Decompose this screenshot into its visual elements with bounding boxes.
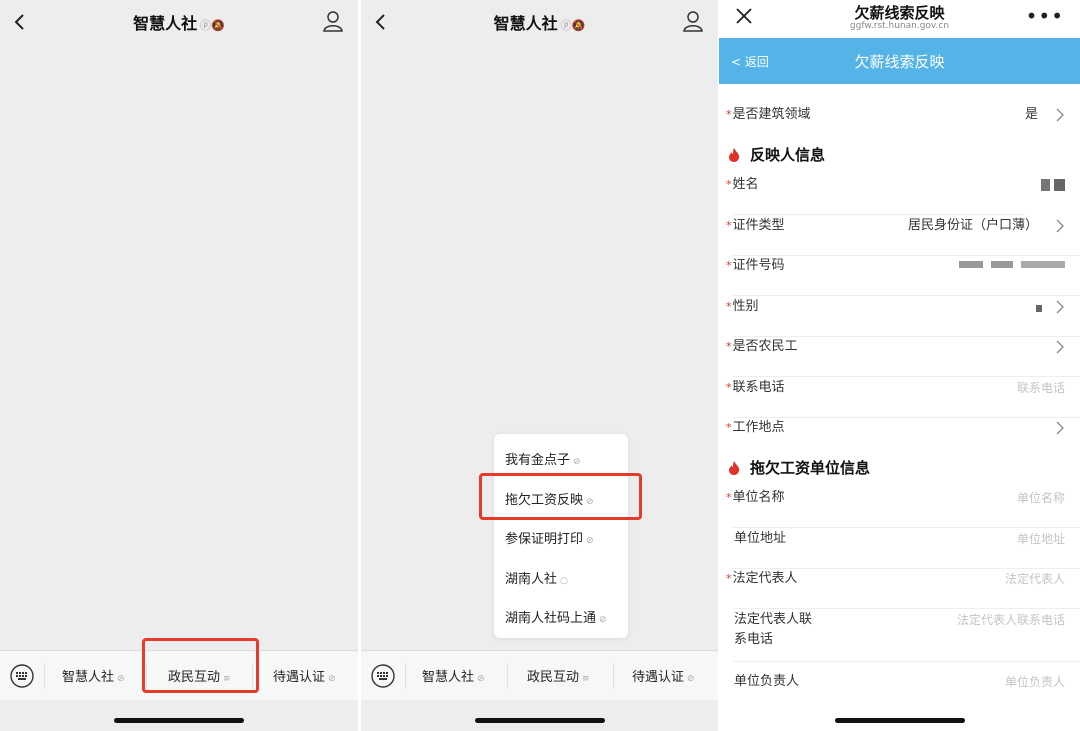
chevron-right-icon: [1056, 219, 1064, 233]
submenu-icon: ≡: [582, 674, 590, 684]
submenu-item-hunan-renshe[interactable]: 湖南人社 ○: [505, 568, 568, 587]
required-mark: *: [726, 300, 732, 313]
link-icon: ⊘: [599, 615, 607, 625]
link-icon: ⊘: [586, 536, 594, 546]
keyboard-icon[interactable]: [10, 664, 34, 688]
home-indicator: [114, 718, 244, 723]
field-company-address[interactable]: 单位地址 单位地址: [719, 529, 1080, 569]
redacted-value: [959, 261, 983, 268]
required-mark: *: [726, 340, 732, 353]
required-mark: *: [726, 259, 732, 272]
home-indicator: [474, 718, 605, 723]
field-value: 居民身份证（户口薄）: [907, 218, 1038, 233]
redacted-value: [1036, 305, 1042, 312]
profile-icon[interactable]: [682, 10, 704, 32]
link-icon: ⊘: [117, 674, 125, 684]
fire-icon: [729, 148, 740, 162]
field-construction[interactable]: *是否建筑领域 是: [719, 105, 1080, 145]
menu-daiyu-renzheng[interactable]: 待遇认证 ⊘: [273, 666, 336, 685]
menu-daiyu-renzheng[interactable]: 待遇认证 ⊘: [632, 666, 695, 685]
chevron-right-icon: [1056, 340, 1064, 354]
field-placeholder: 联系电话: [1016, 381, 1065, 395]
chevron-right-icon: [1056, 421, 1064, 435]
webpage-screen: 欠薪线索反映 ggfw.rst.hunan.gov.cn ••• < 返回 欠薪…: [719, 0, 1080, 731]
field-company-head[interactable]: 单位负责人 单位负责人: [719, 672, 1080, 712]
required-mark: *: [726, 178, 732, 191]
chat-title: 智慧人社 ⓟ🔕: [493, 14, 586, 33]
chat-title: 智慧人社 ⓟ🔕: [133, 14, 225, 33]
highlight-box: [479, 473, 642, 520]
field-placeholder: 单位负责人: [1004, 675, 1065, 689]
nav-title: 欠薪线索反映: [854, 53, 945, 71]
submenu-popup: 我有金点子 ⊘ 拖欠工资反映 ⊘ 参保证明打印 ⊘ 湖南人社 ○ 湖南人社码上通 ⊘: [494, 434, 628, 638]
field-name[interactable]: *姓名: [719, 175, 1080, 215]
chevron-right-icon: [1056, 300, 1064, 314]
menu-zhengmin-hudong[interactable]: 政民互动 ≡: [527, 666, 590, 685]
required-mark: *: [726, 219, 732, 232]
link-icon: ⊘: [477, 674, 485, 684]
field-legal-rep-phone[interactable]: 法定代表人联 系电话 法定代表人联系电话: [719, 610, 1080, 662]
muted-icon: ⓟ🔕: [200, 19, 225, 32]
field-gender[interactable]: *性别: [719, 297, 1080, 337]
chevron-right-icon: [1056, 108, 1064, 122]
field-id-number[interactable]: *证件号码: [719, 256, 1080, 296]
submenu-item-insurance-certificate[interactable]: 参保证明打印 ⊘: [505, 528, 594, 547]
required-mark: *: [726, 572, 732, 585]
service-menu-bar: 智慧人社 ⊘ 政民互动 ≡ 待遇认证 ⊘: [361, 650, 718, 700]
required-mark: *: [726, 491, 732, 504]
webview-header: 欠薪线索反映 ggfw.rst.hunan.gov.cn •••: [719, 0, 1080, 38]
field-migrant-worker[interactable]: *是否农民工: [719, 337, 1080, 377]
chat-header: 智慧人社 ⓟ🔕: [361, 0, 718, 44]
field-value: 是: [1024, 107, 1038, 122]
submenu-item-golden-idea[interactable]: 我有金点子 ⊘: [505, 449, 581, 468]
chat-screen-1: 智慧人社 ⓟ🔕 智慧人社 ⊘ 政民互动 ≡ 待遇认证 ⊘: [0, 0, 358, 731]
link-icon: ⊘: [328, 674, 336, 684]
link-icon: ⊘: [573, 457, 581, 467]
required-mark: *: [726, 381, 732, 394]
menu-zhihui-renshe[interactable]: 智慧人社 ⊘: [62, 666, 125, 685]
chat-screen-2: 智慧人社 ⓟ🔕 我有金点子 ⊘ 拖欠工资反映 ⊘ 参保证明打印 ⊘ 湖南人社 ○ 湖南人社…: [361, 0, 718, 731]
field-work-location[interactable]: *工作地点: [719, 418, 1080, 458]
section-reporter-info: 反映人信息: [728, 144, 825, 165]
field-placeholder: 单位名称: [1016, 491, 1065, 505]
link-icon: ⊘: [687, 674, 695, 684]
muted-icon: ⓟ🔕: [560, 19, 586, 32]
field-id-type[interactable]: *证件类型 居民身份证（户口薄）: [719, 216, 1080, 256]
field-placeholder: 法定代表人联系电话: [956, 613, 1065, 627]
fire-icon: [729, 461, 740, 475]
field-placeholder: 法定代表人: [1004, 572, 1065, 586]
miniprogram-icon: ○: [560, 576, 568, 586]
chat-header: 智慧人社 ⓟ🔕: [0, 0, 358, 44]
redacted-value: [991, 261, 1013, 268]
profile-icon[interactable]: [322, 10, 344, 32]
section-employer-info: 拖欠工资单位信息: [728, 457, 870, 478]
nav-bar: < 返回 欠薪线索反映: [719, 38, 1080, 84]
field-company-name[interactable]: *单位名称 单位名称: [719, 488, 1080, 528]
field-phone[interactable]: *联系电话 联系电话: [719, 378, 1080, 418]
redacted-value: [1021, 261, 1065, 268]
field-legal-representative[interactable]: *法定代表人 法定代表人: [719, 569, 1080, 609]
redacted-value: [1041, 179, 1050, 191]
highlight-box: [142, 638, 259, 693]
field-placeholder: 单位地址: [1016, 532, 1065, 546]
required-mark: *: [726, 108, 732, 121]
submenu-item-hunan-renshe-code[interactable]: 湖南人社码上通 ⊘: [505, 607, 607, 626]
keyboard-icon[interactable]: [371, 664, 395, 688]
required-mark: *: [726, 421, 732, 434]
home-indicator: [834, 718, 965, 723]
menu-zhihui-renshe[interactable]: 智慧人社 ⊘: [422, 666, 485, 685]
more-icon[interactable]: •••: [1026, 4, 1064, 28]
redacted-value: [1054, 179, 1065, 191]
